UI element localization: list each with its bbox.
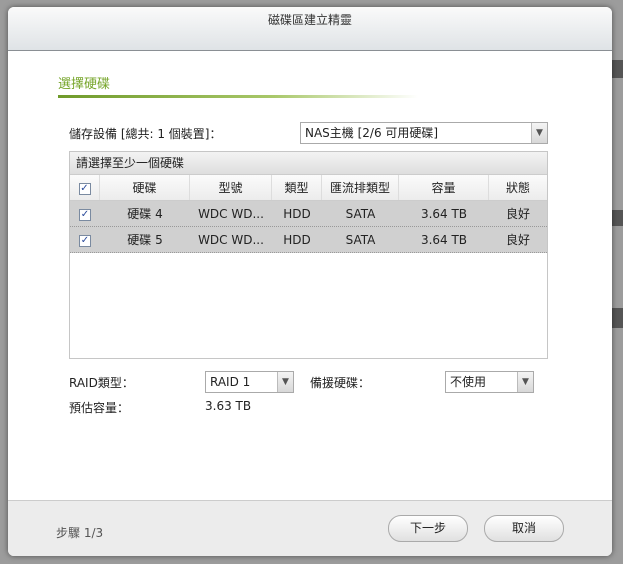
chevron-down-icon: ▼	[277, 372, 293, 392]
section-title: 選擇硬碟	[58, 77, 111, 92]
volume-wizard-dialog: 磁碟區建立精靈 選擇硬碟 儲存設備 [總共: 1 個裝置]： NAS主機 [2/…	[8, 7, 612, 556]
background-stripe	[611, 60, 623, 78]
col-type[interactable]: 類型	[272, 175, 322, 200]
raid-label: RAID類型：	[69, 376, 134, 390]
storage-label: 儲存設備 [總共: 1 個裝置]：	[69, 127, 222, 141]
chevron-down-icon: ▼	[531, 123, 547, 143]
chevron-down-icon: ▼	[517, 372, 533, 392]
cell-status: 良好	[505, 233, 530, 247]
col-status[interactable]: 狀態	[489, 175, 547, 200]
raid-select[interactable]: RAID 1 ▼	[205, 371, 294, 393]
cell-status: 良好	[505, 207, 530, 221]
storage-select[interactable]: NAS主機 [2/6 可用硬碟] ▼	[300, 122, 548, 144]
cell-type: HDD	[283, 233, 311, 247]
cell-bus: SATA	[345, 207, 376, 221]
dialog-title: 磁碟區建立精靈	[267, 13, 352, 27]
col-capacity[interactable]: 容量	[399, 175, 489, 200]
spare-select[interactable]: 不使用 ▼	[445, 371, 534, 393]
cell-capacity: 3.64 TB	[420, 207, 468, 221]
cell-bus: SATA	[345, 233, 376, 247]
col-disk[interactable]: 硬碟	[100, 175, 190, 200]
background-stripe	[611, 308, 623, 328]
cancel-button[interactable]: 取消	[484, 515, 564, 542]
spare-label: 備援硬碟：	[310, 376, 371, 390]
table-row[interactable]: ✓ 硬碟 4 WDC WD... HDD SATA 3.64 TB 良好	[70, 201, 547, 227]
disk-table: 請選擇至少一個硬碟 ✓ 硬碟 型號 類型 匯流排類型 容量 狀態 ✓ 硬碟 4 …	[69, 151, 548, 359]
capacity-value: 3.63 TB	[205, 399, 252, 413]
spare-value: 不使用	[450, 375, 487, 389]
row-checkbox[interactable]: ✓	[70, 201, 100, 226]
dialog-titlebar: 磁碟區建立精靈	[8, 7, 612, 51]
cell-disk: 硬碟 4	[127, 207, 163, 221]
raid-value: RAID 1	[210, 375, 251, 389]
step-indicator: 步驟 1/3	[56, 526, 104, 540]
cell-type: HDD	[283, 207, 311, 221]
cell-disk: 硬碟 5	[127, 233, 163, 247]
capacity-label: 預估容量：	[69, 401, 130, 415]
storage-value: NAS主機 [2/6 可用硬碟]	[305, 126, 439, 140]
section-divider	[58, 95, 418, 98]
background-stripe	[611, 210, 623, 226]
table-header: ✓ 硬碟 型號 類型 匯流排類型 容量 狀態	[70, 175, 547, 201]
row-checkbox[interactable]: ✓	[70, 227, 100, 252]
cell-model: WDC WD...	[198, 233, 264, 247]
select-all-checkbox[interactable]: ✓	[70, 175, 100, 200]
table-caption: 請選擇至少一個硬碟	[70, 152, 547, 175]
next-button[interactable]: 下一步	[388, 515, 468, 542]
table-row[interactable]: ✓ 硬碟 5 WDC WD... HDD SATA 3.64 TB 良好	[70, 227, 547, 253]
dialog-footer: 步驟 1/3 下一步 取消	[8, 500, 612, 556]
cell-model: WDC WD...	[198, 207, 264, 221]
cell-capacity: 3.64 TB	[420, 233, 468, 247]
col-bus[interactable]: 匯流排類型	[322, 175, 399, 200]
col-model[interactable]: 型號	[190, 175, 272, 200]
